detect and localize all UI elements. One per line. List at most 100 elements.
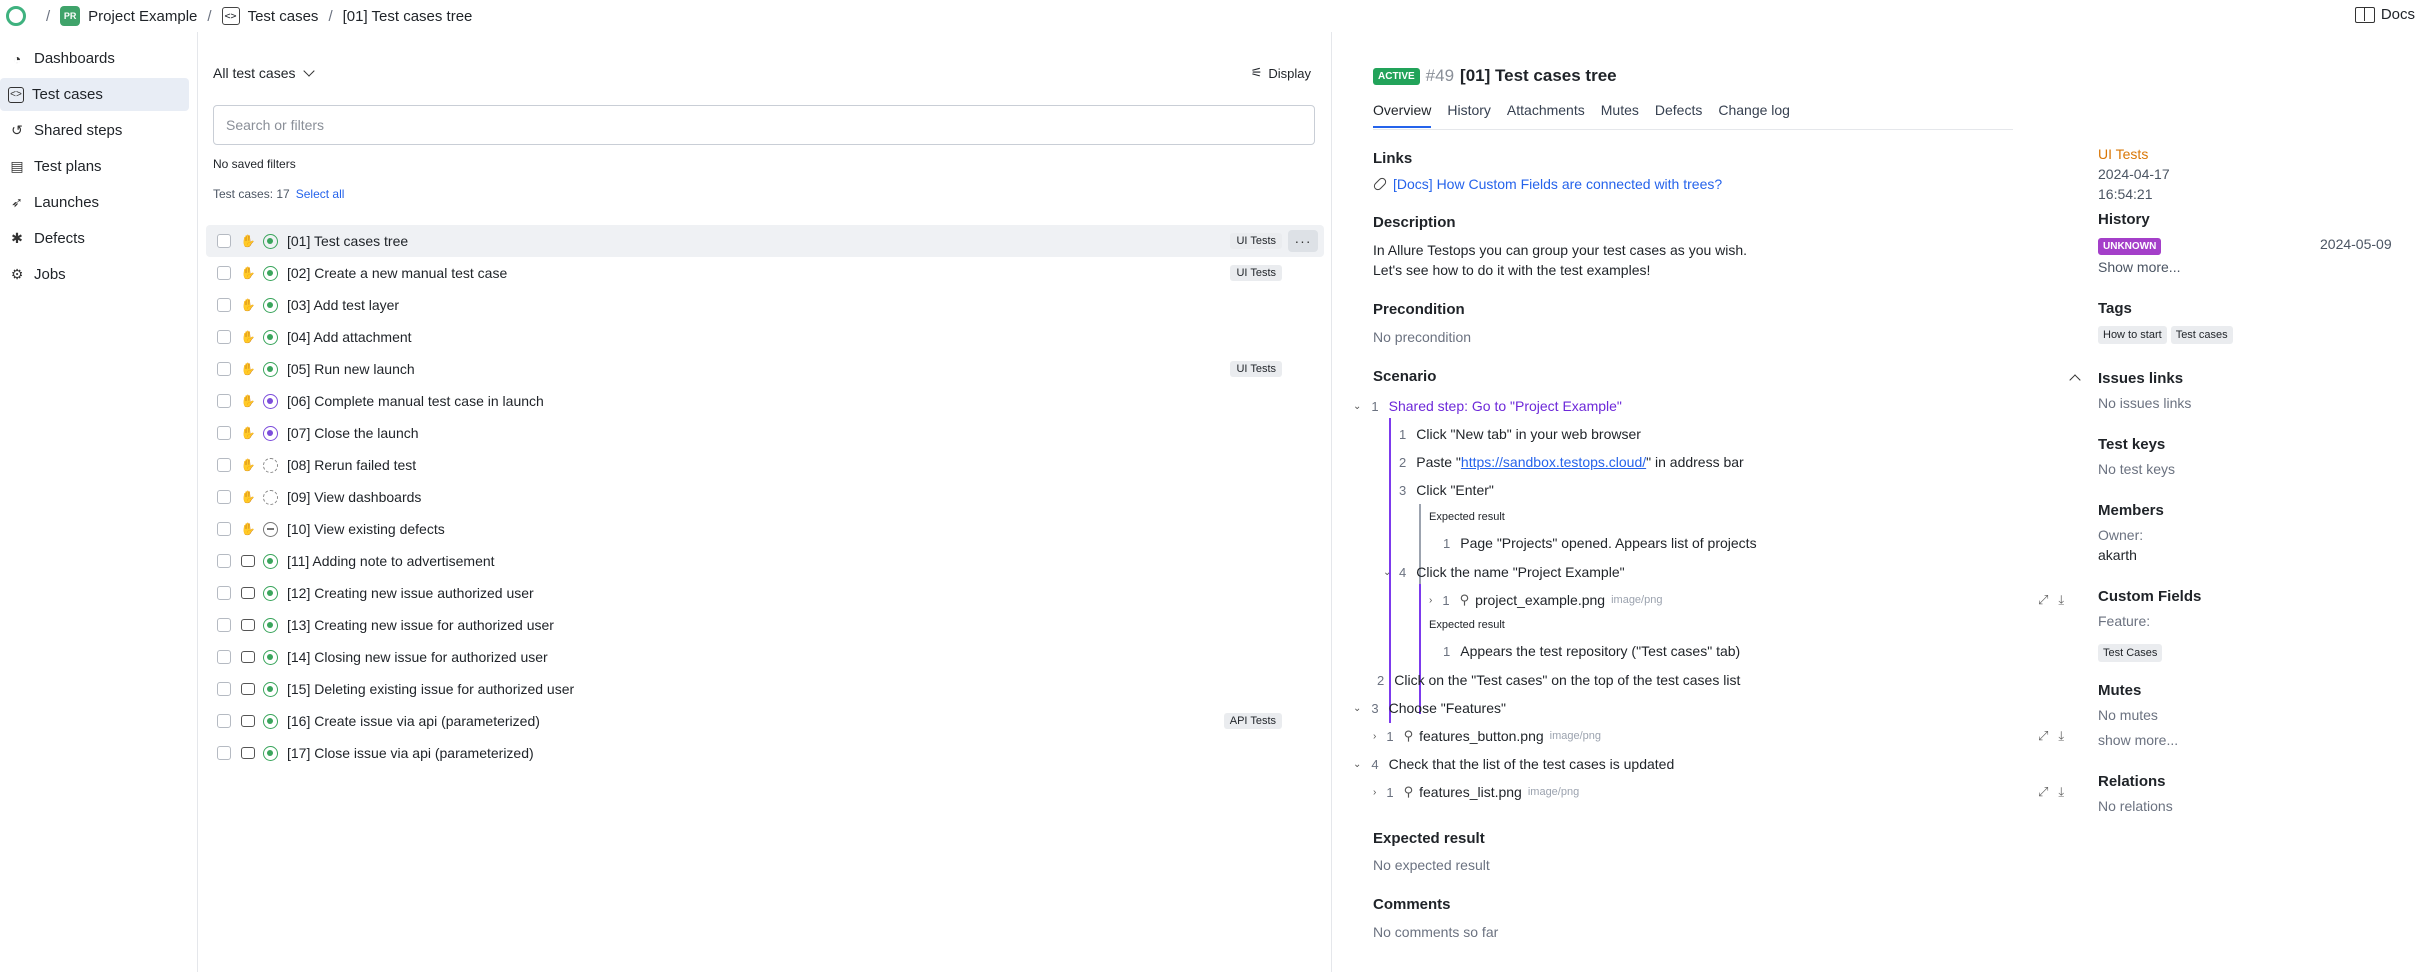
tab-attachments[interactable]: Attachments [1507,102,1585,128]
status-active-icon [263,745,278,761]
breadcrumb-separator: / [46,7,51,25]
attachment-name[interactable]: project_example.png [1475,592,1605,608]
table-row[interactable]: [16] Create issue via api (parameterized… [206,705,1324,737]
breadcrumb-project[interactable]: Project Example [88,8,197,25]
row-checkbox[interactable] [217,458,231,472]
app-logo-icon[interactable] [6,6,26,26]
tag-chip[interactable]: Test cases [2170,326,2233,344]
tag-chip[interactable]: How to start [2098,326,2167,344]
row-checkbox[interactable] [217,266,231,280]
manual-hand-icon: ✋ [240,522,256,536]
tab-change-log[interactable]: Change log [1718,102,1790,128]
select-all-link[interactable]: Select all [296,187,345,201]
table-row[interactable]: ✋ [02] Create a new manual test case UI Te… [206,257,1324,289]
sidebar-item-jobs[interactable]: ⚙ Jobs [0,258,189,291]
sandbox-link[interactable]: https://sandbox.testops.cloud/ [1461,454,1646,470]
row-checkbox[interactable] [217,394,231,408]
row-checkbox[interactable] [217,586,231,600]
row-checkbox[interactable] [217,234,231,248]
sidebar-item-test-plans[interactable]: ▤ Test plans [0,150,189,183]
download-icon[interactable]: ⤓ [2058,728,2064,744]
table-row[interactable]: ✋ [06] Complete manual test case in launc… [206,385,1324,417]
sub-step[interactable]: ⌄ 4 Click the name "Project Example" [1383,564,1625,580]
row-checkbox[interactable] [217,714,231,728]
display-button[interactable]: ⚟ Display [1251,65,1311,81]
sidebar-item-test-cases[interactable]: <> Test cases [0,78,189,111]
table-row[interactable]: ✋ [10] View existing defects [206,513,1324,545]
row-checkbox[interactable] [217,522,231,536]
history-show-more[interactable]: Show more... [2098,259,2398,275]
scenario-step[interactable]: ⌄ 4 Check that the list of the test case… [1353,756,1674,772]
sidebar-item-defects[interactable]: ✱ Defects [0,222,189,255]
table-row[interactable]: [17] Close issue via api (parameterized) [206,737,1324,769]
table-row[interactable]: [13] Creating new issue for authorized u… [206,609,1324,641]
scenario-step[interactable]: ⌄ 3 Choose "Features" [1353,700,1506,716]
chevron-down-icon[interactable]: ⌄ [1353,759,1361,770]
status-active-icon [263,649,278,665]
chevron-down-icon[interactable]: ⌄ [1353,703,1361,714]
table-row[interactable]: ✋ [04] Add attachment [206,321,1324,353]
relations-text: No relations [2098,798,2173,814]
row-checkbox[interactable] [217,682,231,696]
breadcrumb-section[interactable]: Test cases [248,8,319,25]
row-checkbox[interactable] [217,298,231,312]
shared-step[interactable]: ⌄ 1 Shared step: Go to "Project Example" [1353,398,1622,414]
sidebar-item-shared-steps[interactable]: ↺ Shared steps [0,114,189,147]
chevron-down-icon[interactable]: ⌄ [1383,567,1391,578]
sidebar-item-launches[interactable]: ➶ Launches [0,186,189,219]
table-row[interactable]: ✋ [08] Rerun failed test [206,449,1324,481]
mutes-show-more[interactable]: show more... [2098,732,2398,748]
tab-overview[interactable]: Overview [1373,102,1432,128]
row-checkbox[interactable] [217,426,231,440]
sidebar-item-dashboards[interactable]: ◔ Dashboards [0,42,189,75]
test-layer: UI Tests [2098,146,2149,162]
table-row[interactable]: [11] Adding note to advertisement [206,545,1324,577]
search-input[interactable]: Search or filters [213,105,1315,145]
chevron-right-icon[interactable]: › [1373,787,1376,798]
chevron-down-icon[interactable]: ⌄ [1353,401,1361,412]
chevron-right-icon[interactable]: › [1429,595,1432,606]
attachment-row[interactable]: › 1 ⚲ features_list.png image/png [1373,784,1579,800]
attachment-name[interactable]: features_list.png [1419,784,1522,800]
tab-defects[interactable]: Defects [1655,102,1702,128]
sidebar-item-label: Test cases [32,86,103,103]
chevron-right-icon[interactable]: › [1373,731,1376,742]
clipboard-icon: ▤ [10,158,24,174]
table-row[interactable]: ✋ [03] Add test layer [206,289,1324,321]
expand-icon[interactable]: ⤢ [2038,784,2048,800]
docs-link[interactable]: Docs [2354,6,2415,23]
row-checkbox[interactable] [217,554,231,568]
more-options-icon[interactable]: ··· [1288,230,1318,252]
table-row[interactable]: [15] Deleting existing issue for authori… [206,673,1324,705]
table-row[interactable]: ✋ [07] Close the launch [206,417,1324,449]
tab-history[interactable]: History [1447,102,1491,128]
expand-icon[interactable]: ⤢ [2038,592,2048,608]
chevron-up-icon[interactable] [2069,374,2081,386]
sub-step: 3 Click "Enter" [1399,482,1494,498]
manual-hand-icon: ✋ [240,330,256,344]
table-row[interactable]: ✋ [05] Run new launch UI Tests [206,353,1324,385]
table-row[interactable]: ✋ [01] Test cases tree UI Tests ··· [206,225,1324,257]
tab-mutes[interactable]: Mutes [1601,102,1639,128]
attachment-name[interactable]: features_button.png [1419,728,1544,744]
table-row[interactable]: ✋ [09] View dashboards [206,481,1324,513]
row-checkbox[interactable] [217,490,231,504]
row-checkbox[interactable] [217,618,231,632]
row-checkbox[interactable] [217,746,231,760]
row-label: [14] Closing new issue for authorized us… [287,649,548,665]
download-icon[interactable]: ⤓ [2058,784,2064,800]
link-text[interactable]: [Docs] How Custom Fields are connected w… [1393,176,1722,192]
row-checkbox[interactable] [217,362,231,376]
table-row[interactable]: [12] Creating new issue authorized user [206,577,1324,609]
filter-dropdown[interactable]: All test cases [213,65,316,81]
attachment-row[interactable]: › 1 ⚲ project_example.png image/png [1399,592,1662,608]
shared-step-label: Shared step: Go to "Project Example" [1388,398,1622,414]
docs-link-row[interactable]: [Docs] How Custom Fields are connected w… [1372,176,1722,192]
attachment-row[interactable]: › 1 ⚲ features_button.png image/png [1373,728,1601,744]
table-row[interactable]: [14] Closing new issue for authorized us… [206,641,1324,673]
download-icon[interactable]: ⤓ [2058,592,2064,608]
row-checkbox[interactable] [217,650,231,664]
expand-icon[interactable]: ⤢ [2038,728,2048,744]
status-deprecated-icon [263,521,278,537]
row-checkbox[interactable] [217,330,231,344]
